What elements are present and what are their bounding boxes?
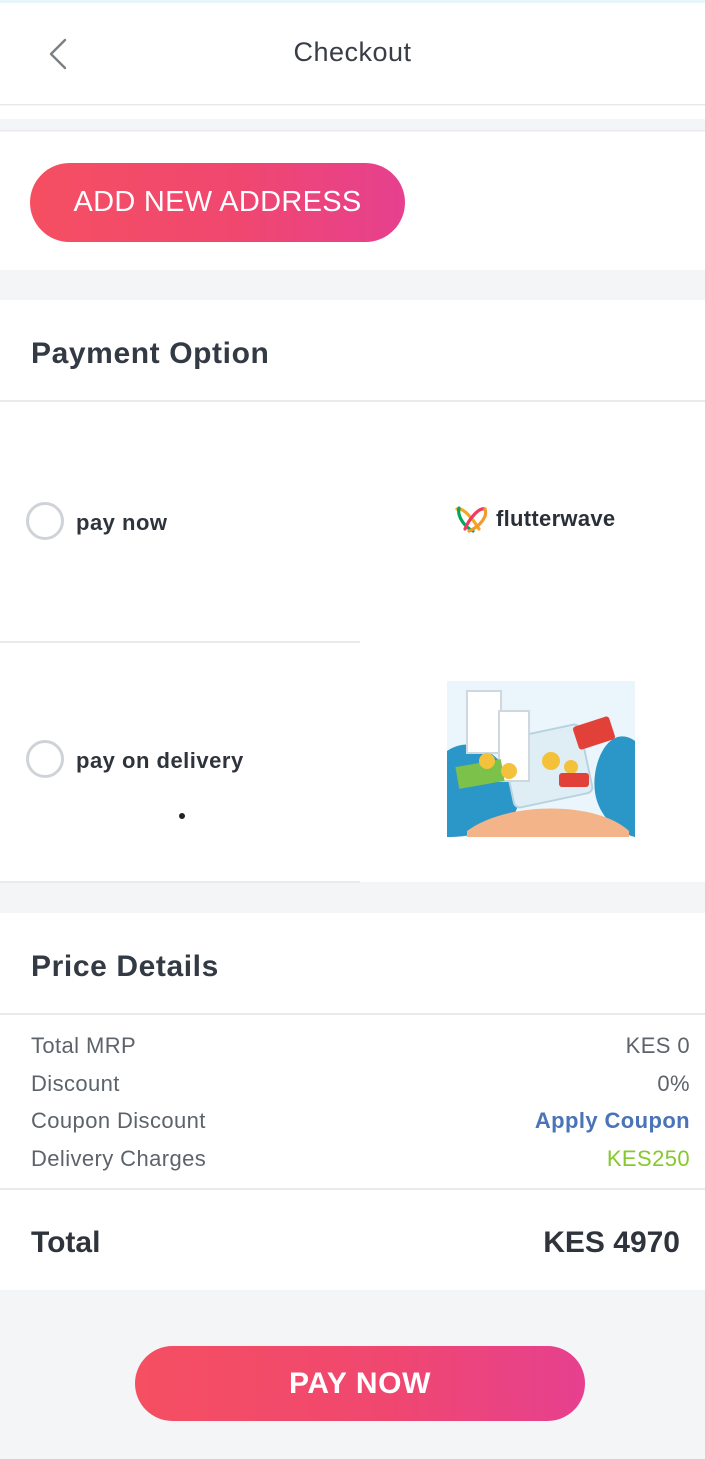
discount-label: Discount xyxy=(31,1071,120,1096)
total-value: KES 4970 xyxy=(543,1226,680,1259)
apply-coupon-link[interactable]: Apply Coupon xyxy=(535,1108,690,1134)
price-details-section: Price Details Total MRP KES 0 Discount 0… xyxy=(0,913,705,1290)
payment-option-pay-on-delivery[interactable]: pay on delivery xyxy=(0,643,360,881)
total-label: Total xyxy=(31,1226,101,1259)
pay-on-delivery-label: pay on delivery xyxy=(76,748,244,773)
price-details-title: Price Details xyxy=(31,950,219,983)
price-row-discount: Discount 0% xyxy=(31,1071,690,1101)
divider xyxy=(0,881,360,883)
flutterwave-logo: flutterwave xyxy=(455,505,615,533)
add-new-address-button[interactable]: ADD NEW ADDRESS xyxy=(30,163,405,242)
page-title: Checkout xyxy=(293,37,412,67)
delivery-charges-value: KES250 xyxy=(606,1146,690,1171)
price-row-delivery: Delivery Charges KES250 xyxy=(31,1146,690,1176)
flutterwave-wordmark: flutterwave xyxy=(496,506,616,531)
pay-now-radio[interactable] xyxy=(26,502,64,540)
section-divider xyxy=(0,119,705,131)
divider xyxy=(0,1188,705,1190)
header-spacer xyxy=(0,106,705,119)
price-row-coupon: Coupon Discount Apply Coupon xyxy=(31,1108,690,1138)
discount-value: 0% xyxy=(657,1071,690,1096)
divider xyxy=(0,1013,705,1015)
delivery-charges-label: Delivery Charges xyxy=(31,1146,207,1171)
total-mrp-value: KES 0 xyxy=(625,1033,690,1058)
coupon-discount-label: Coupon Discount xyxy=(31,1108,206,1133)
total-mrp-label: Total MRP xyxy=(31,1033,137,1058)
payment-option-pay-now[interactable]: pay now xyxy=(0,402,360,642)
address-section: ADD NEW ADDRESS xyxy=(0,132,705,270)
app-header: Checkout xyxy=(0,3,705,105)
pay-now-label: pay now xyxy=(76,510,168,535)
pay-now-button[interactable]: PAY NOW xyxy=(135,1346,585,1421)
mobile-payment-illustration xyxy=(447,681,635,837)
price-row-total-mrp: Total MRP KES 0 xyxy=(31,1033,690,1063)
payment-option-title: Payment Option xyxy=(31,337,270,370)
flutterwave-icon xyxy=(455,506,488,533)
payment-option-section: Payment Option pay now flutterwave pay o… xyxy=(0,300,705,883)
pay-on-delivery-radio[interactable] xyxy=(26,740,64,778)
dot-marker xyxy=(179,813,185,819)
